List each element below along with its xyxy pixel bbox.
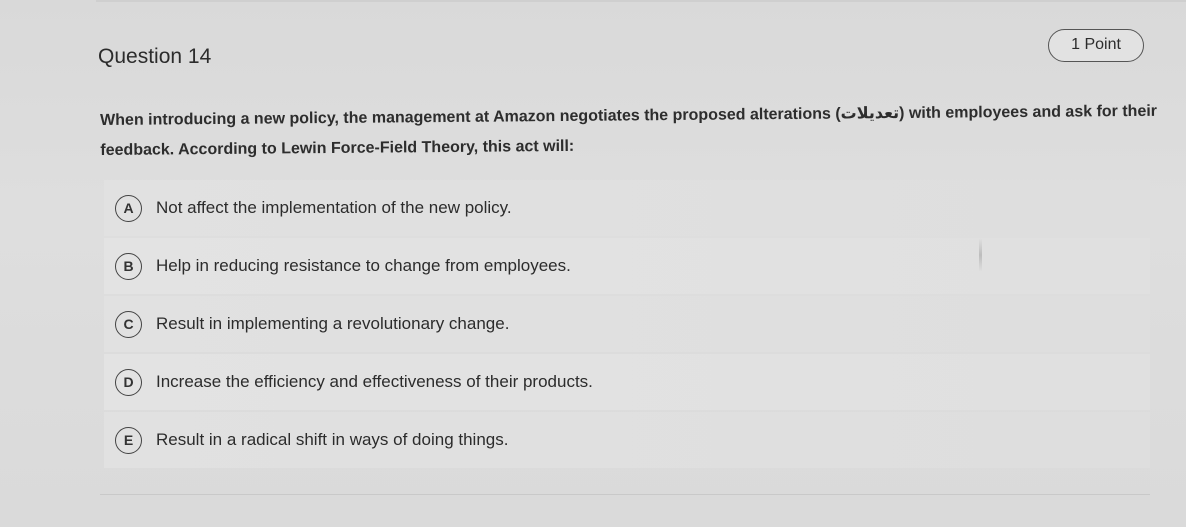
choice-letter-e[interactable]: E [115, 426, 142, 454]
choice-e[interactable]: E Result in a radical shift in ways of d… [104, 412, 1150, 468]
choice-text-c[interactable]: Result in implementing a revolutionary c… [156, 314, 509, 334]
choice-text-e[interactable]: Result in a radical shift in ways of doi… [156, 430, 508, 450]
screen-smudge [979, 238, 982, 272]
answer-choices: A Not affect the implementation of the n… [104, 180, 1150, 470]
choice-text-b[interactable]: Help in reducing resistance to change fr… [156, 256, 571, 276]
bottom-divider [100, 494, 1150, 495]
choice-text-a[interactable]: Not affect the implementation of the new… [156, 198, 512, 218]
choice-d[interactable]: D Increase the efficiency and effectiven… [104, 354, 1150, 410]
top-divider [96, 0, 1186, 2]
choice-c[interactable]: C Result in implementing a revolutionary… [104, 296, 1150, 352]
choice-text-d[interactable]: Increase the efficiency and effectivenes… [156, 372, 593, 392]
choice-letter-d[interactable]: D [115, 368, 142, 396]
question-prompt: When introducing a new policy, the manag… [100, 102, 1158, 159]
points-badge: 1 Point [1048, 29, 1144, 62]
question-title: Question 14 [98, 45, 212, 68]
choice-letter-b[interactable]: B [115, 252, 142, 280]
choice-a[interactable]: A Not affect the implementation of the n… [104, 180, 1150, 236]
choice-letter-c[interactable]: C [115, 310, 142, 338]
choice-letter-a[interactable]: A [115, 194, 142, 222]
choice-b[interactable]: B Help in reducing resistance to change … [104, 238, 1150, 294]
